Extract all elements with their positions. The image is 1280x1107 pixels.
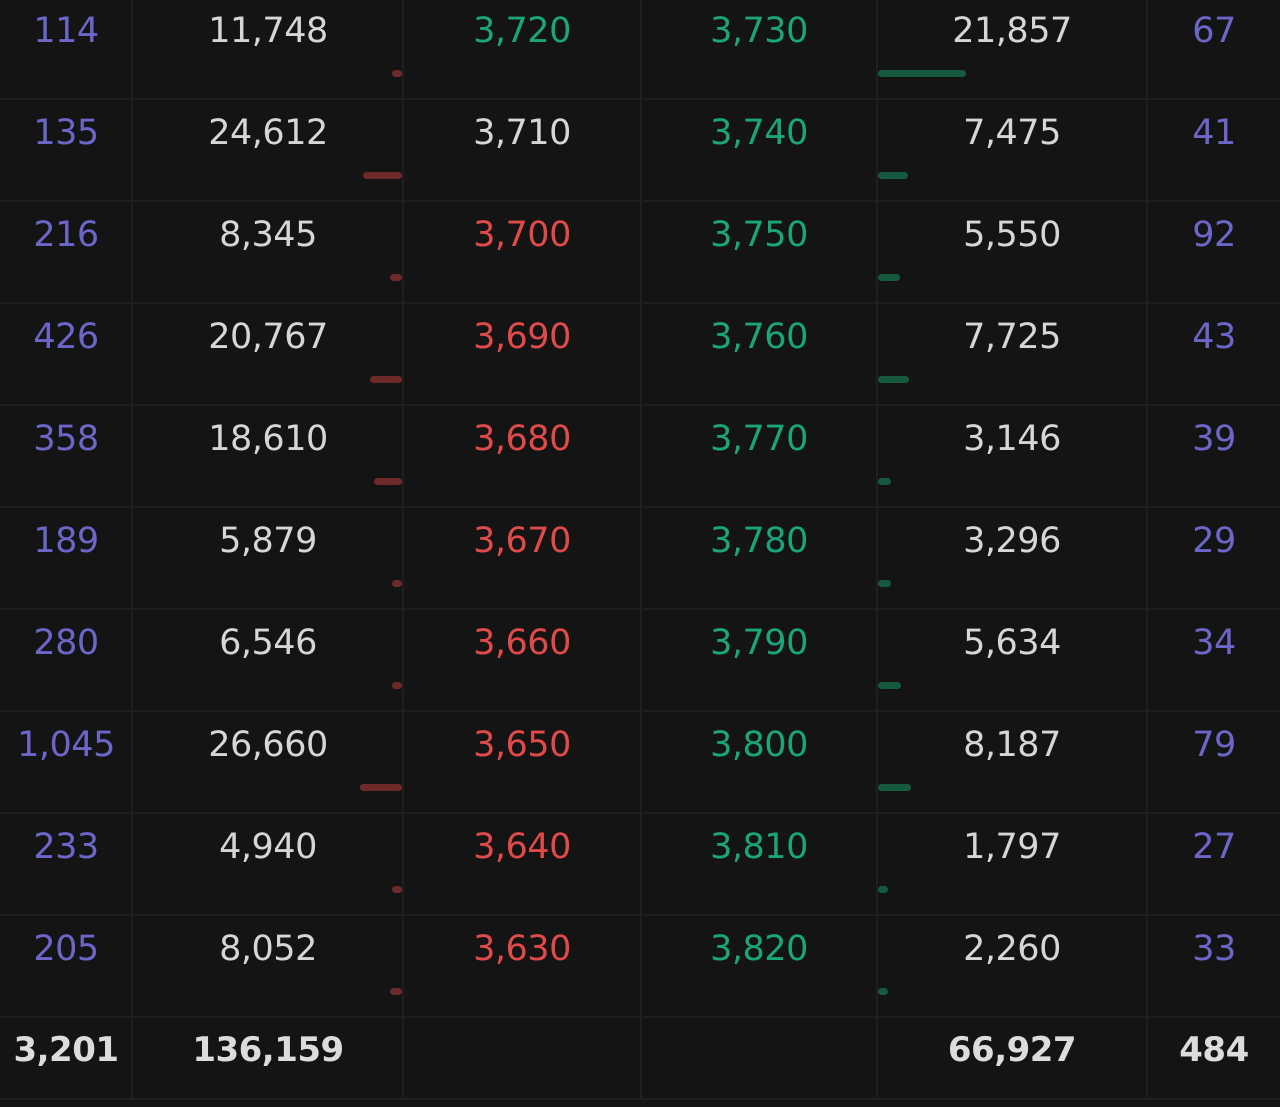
ask-quantity: 7,725 [963, 317, 1061, 357]
ask-depth-bar [878, 70, 966, 77]
ask-depth-bar [878, 682, 901, 689]
ask-count: 41 [1192, 113, 1236, 153]
ask-quantity: 3,146 [963, 419, 1061, 459]
ask-price: 3,740 [710, 113, 808, 153]
bid-depth-bar [392, 886, 402, 893]
ask-quantity: 1,797 [963, 827, 1061, 867]
ask-count: 34 [1192, 623, 1236, 663]
total-bid-count: 3,201 [13, 1030, 119, 1070]
bid-depth-bar [390, 274, 402, 281]
ask-quantity: 5,550 [963, 215, 1061, 255]
ask-count: 92 [1192, 215, 1236, 255]
bid-count: 216 [33, 215, 99, 255]
ask-price: 3,810 [710, 827, 808, 867]
bid-depth-bar [363, 172, 402, 179]
bid-price: 3,670 [473, 521, 571, 561]
bid-price: 3,690 [473, 317, 571, 357]
ask-depth-bar [878, 376, 909, 383]
bid-depth-bar [392, 70, 402, 77]
ask-price: 3,770 [710, 419, 808, 459]
bid-depth-bar [390, 988, 402, 995]
ask-count: 79 [1192, 725, 1236, 765]
ask-price: 3,730 [710, 11, 808, 51]
bid-price: 3,650 [473, 725, 571, 765]
bid-count: 135 [33, 113, 99, 153]
bid-depth-bar [370, 376, 402, 383]
bid-price: 3,640 [473, 827, 571, 867]
ask-quantity: 21,857 [952, 11, 1072, 51]
ask-depth-bar [878, 886, 888, 893]
order-book: 114 11,748 3,720 3,730 21,857 67 135 24,612 3,71… [0, 0, 1280, 1107]
ask-quantity: 5,634 [963, 623, 1061, 663]
bid-quantity: 5,879 [219, 521, 317, 561]
ask-depth-bar [878, 988, 888, 995]
bid-count: 1,045 [17, 725, 115, 765]
bid-quantity: 18,610 [208, 419, 328, 459]
bid-count: 426 [33, 317, 99, 357]
bid-depth-bar [374, 478, 402, 485]
order-row[interactable]: 189 5,879 3,670 3,780 3,296 29 [0, 508, 1280, 610]
total-ask-price [642, 1000, 876, 1100]
ask-price: 3,790 [710, 623, 808, 663]
bid-depth-bar [392, 580, 402, 587]
bid-price: 3,710 [473, 113, 571, 153]
ask-depth-bar [878, 172, 908, 179]
ask-price: 3,780 [710, 521, 808, 561]
bid-count: 189 [33, 521, 99, 561]
bid-count: 233 [33, 827, 99, 867]
ask-price: 3,760 [710, 317, 808, 357]
bid-quantity: 20,767 [208, 317, 328, 357]
ask-depth-bar [878, 784, 911, 791]
ask-price: 3,800 [710, 725, 808, 765]
total-ask-count: 484 [1179, 1030, 1249, 1070]
total-ask-quantity: 66,927 [947, 1030, 1077, 1070]
bid-price: 3,720 [473, 11, 571, 51]
bid-quantity: 4,940 [219, 827, 317, 867]
ask-depth-bar [878, 580, 891, 587]
total-bid-quantity: 136,159 [192, 1030, 344, 1070]
total-bid-price [404, 1000, 640, 1100]
ask-depth-bar [878, 274, 900, 281]
ask-depth-bar [878, 478, 891, 485]
ask-quantity: 8,187 [963, 725, 1061, 765]
ask-count: 67 [1192, 11, 1236, 51]
bid-count: 358 [33, 419, 99, 459]
bid-quantity: 11,748 [208, 11, 328, 51]
bid-count: 280 [33, 623, 99, 663]
ask-count: 39 [1192, 419, 1236, 459]
bid-quantity: 24,612 [208, 113, 328, 153]
bid-quantity: 26,660 [208, 725, 328, 765]
bid-depth-bar [392, 682, 402, 689]
order-row[interactable]: 1,045 26,660 3,650 3,800 8,187 79 [0, 712, 1280, 814]
ask-quantity: 3,296 [963, 521, 1061, 561]
bid-depth-bar [360, 784, 402, 791]
ask-count: 29 [1192, 521, 1236, 561]
bid-quantity: 8,345 [219, 215, 317, 255]
ask-count: 27 [1192, 827, 1236, 867]
ask-quantity: 7,475 [963, 113, 1061, 153]
bid-price: 3,660 [473, 623, 571, 663]
bid-price: 3,680 [473, 419, 571, 459]
order-row[interactable]: 216 8,345 3,700 3,750 5,550 92 [0, 202, 1280, 304]
totals-row: 3,201 136,159 66,927 484 [0, 1000, 1280, 1100]
order-row[interactable]: 358 18,610 3,680 3,770 3,146 39 [0, 406, 1280, 508]
order-row[interactable]: 135 24,612 3,710 3,740 7,475 41 [0, 100, 1280, 202]
ask-count: 43 [1192, 317, 1236, 357]
bid-price: 3,700 [473, 215, 571, 255]
order-row[interactable]: 426 20,767 3,690 3,760 7,725 43 [0, 304, 1280, 406]
order-row[interactable]: 280 6,546 3,660 3,790 5,634 34 [0, 610, 1280, 712]
order-row[interactable]: 233 4,940 3,640 3,810 1,797 27 [0, 814, 1280, 916]
order-row[interactable]: 114 11,748 3,720 3,730 21,857 67 [0, 0, 1280, 100]
ask-price: 3,750 [710, 215, 808, 255]
bottom-divider [0, 1098, 1280, 1100]
bid-quantity: 6,546 [219, 623, 317, 663]
bid-count: 114 [33, 11, 99, 51]
